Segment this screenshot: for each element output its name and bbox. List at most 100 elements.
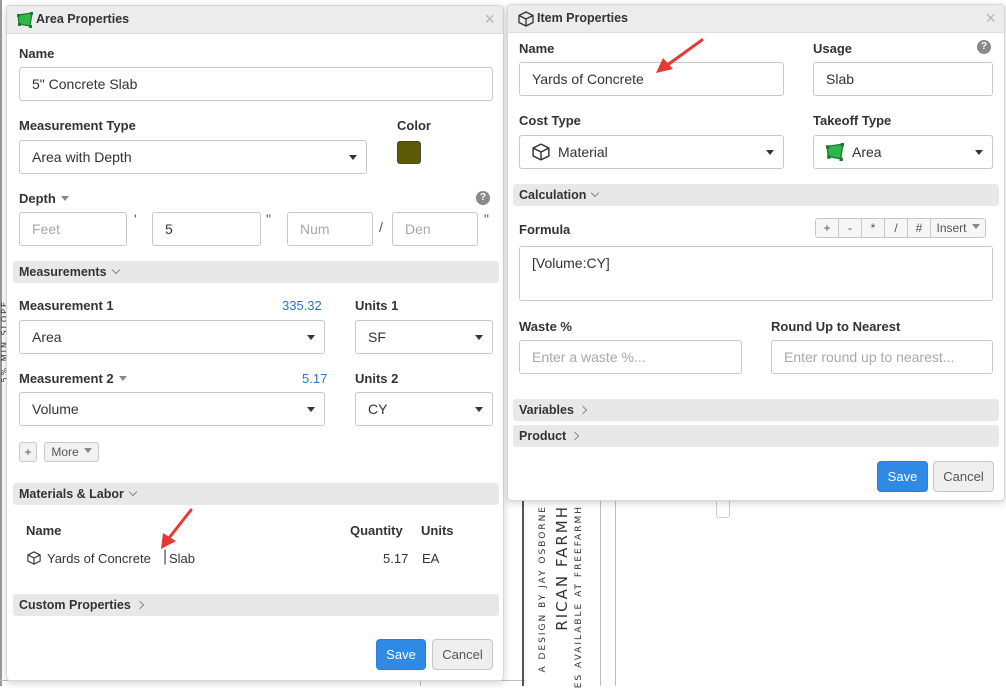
depth-denominator-input[interactable]: Den: [392, 212, 478, 246]
formula-input[interactable]: [Volume:CY]: [519, 246, 993, 301]
area-properties-panel: Area Properties × Name 5" Concrete Slab …: [6, 5, 504, 681]
chevron-right-icon: [135, 600, 145, 610]
table-row[interactable]: Yards of Concrete | Slab 5.17 EA: [26, 546, 486, 570]
plus-operator-button[interactable]: +: [815, 218, 838, 238]
measurement2-select[interactable]: Volume: [19, 392, 325, 426]
caret-down-icon: [83, 447, 92, 453]
materials-section-header[interactable]: Materials & Labor: [13, 483, 499, 505]
usage-label: Usage: [813, 41, 853, 56]
takeoff-type-label: Takeoff Type: [813, 113, 892, 128]
cube-icon: [27, 551, 41, 565]
more-button[interactable]: More: [44, 442, 99, 462]
chevron-right-icon: [578, 405, 588, 415]
units1-select[interactable]: SF: [355, 320, 493, 354]
drawing-line: [615, 500, 616, 686]
material-units: EA: [422, 551, 440, 566]
calculation-section-header[interactable]: Calculation: [513, 184, 999, 206]
cube-icon: [532, 143, 550, 161]
measurement1-quantity[interactable]: 335.32: [282, 298, 322, 313]
measurement2-quantity[interactable]: 5.17: [302, 371, 327, 386]
item-cancel-button[interactable]: Cancel: [933, 461, 994, 492]
measurement-type-value: Area with Depth: [32, 149, 132, 165]
usage-input[interactable]: Slab: [813, 62, 993, 96]
caret-down-icon: [118, 376, 127, 381]
depth-inches-input[interactable]: 5: [152, 212, 261, 246]
cost-type-select[interactable]: Material: [519, 135, 784, 169]
chevron-down-icon: [591, 188, 600, 198]
minus-operator-button[interactable]: -: [838, 218, 861, 238]
color-label: Color: [397, 118, 431, 133]
roundup-label: Round Up to Nearest: [771, 319, 901, 334]
custom-properties-section-header[interactable]: Custom Properties: [13, 594, 499, 616]
drawing-line: [600, 500, 601, 686]
item-properties-panel: Item Properties × Name Yards of Concrete…: [507, 4, 1005, 501]
chevron-down-icon: [475, 335, 483, 340]
depth-feet-input[interactable]: Feet: [19, 212, 127, 246]
close-icon[interactable]: ×: [985, 8, 996, 28]
formula-label: Formula: [519, 222, 571, 237]
drawing-title-text: RICAN FARMH: [553, 505, 571, 631]
area-icon: [826, 143, 844, 161]
area-name-input[interactable]: 5" Concrete Slab: [19, 67, 493, 101]
units2-select[interactable]: CY: [355, 392, 493, 426]
variables-section-header[interactable]: Variables: [513, 399, 999, 421]
measurement1-label: Measurement 1: [19, 298, 114, 313]
fraction-slash: /: [379, 219, 383, 235]
save-button[interactable]: Save: [376, 639, 426, 670]
help-icon[interactable]: ?: [476, 191, 490, 205]
insert-dropdown-button[interactable]: Insert: [930, 218, 986, 238]
material-usage: Slab: [169, 551, 196, 566]
roundup-input[interactable]: Enter round up to nearest...: [771, 340, 993, 374]
chevron-down-icon: [766, 150, 774, 155]
measurement1-select[interactable]: Area: [19, 320, 325, 354]
inches-mark-2: ": [484, 211, 489, 227]
chevron-down-icon: [975, 150, 983, 155]
color-swatch[interactable]: [397, 141, 421, 164]
measurement-type-select[interactable]: Area with Depth: [19, 140, 367, 174]
item-name-label: Name: [519, 41, 555, 56]
measurement2-label[interactable]: Measurement 2: [19, 371, 127, 386]
caret-down-icon: [60, 196, 69, 201]
area-properties-titlebar[interactable]: Area Properties ×: [7, 6, 503, 34]
close-icon[interactable]: ×: [484, 9, 495, 29]
inches-mark: ": [266, 211, 271, 227]
measurement-type-label: Measurement Type: [19, 118, 136, 133]
cancel-button[interactable]: Cancel: [432, 639, 493, 670]
cost-type-label: Cost Type: [519, 113, 581, 128]
add-measurement-button[interactable]: +: [19, 442, 37, 462]
units2-label: Units 2: [355, 371, 399, 386]
chevron-down-icon: [128, 487, 138, 497]
materials-col-units: Units: [421, 523, 454, 538]
waste-input[interactable]: Enter a waste %...: [519, 340, 742, 374]
feet-mark: ': [134, 211, 137, 227]
product-section-header[interactable]: Product: [513, 425, 999, 447]
item-properties-titlebar[interactable]: Item Properties ×: [508, 5, 1004, 33]
materials-col-quantity: Quantity: [350, 523, 403, 538]
depth-label[interactable]: Depth: [19, 191, 69, 206]
number-operator-button[interactable]: #: [907, 218, 930, 238]
formula-toolbar: + - * / # Insert: [815, 218, 986, 238]
name-label: Name: [19, 46, 55, 61]
depth-numerator-input[interactable]: Num: [287, 212, 373, 246]
chevron-down-icon: [307, 407, 315, 412]
chevron-right-icon: [570, 431, 580, 441]
chevron-down-icon: [475, 407, 483, 412]
chevron-down-icon: [349, 155, 357, 160]
cell-divider: |: [163, 548, 168, 565]
item-properties-title: Item Properties: [537, 11, 629, 25]
multiply-operator-button[interactable]: *: [861, 218, 884, 238]
chevron-down-icon: [111, 265, 120, 275]
units1-label: Units 1: [355, 298, 399, 313]
takeoff-type-select[interactable]: Area: [813, 135, 993, 169]
area-properties-title: Area Properties: [36, 12, 130, 26]
drawing-scroll-tab[interactable]: [716, 500, 730, 518]
measurements-section-header[interactable]: Measurements: [13, 261, 499, 283]
item-save-button[interactable]: Save: [877, 461, 928, 492]
chevron-down-icon: [307, 335, 315, 340]
caret-down-icon: [971, 223, 980, 229]
help-icon[interactable]: ?: [977, 40, 991, 54]
item-name-input[interactable]: Yards of Concrete: [519, 62, 784, 96]
drawing-credit-text: A DESIGN BY JAY OSBORNE: [538, 505, 548, 673]
divide-operator-button[interactable]: /: [884, 218, 907, 238]
material-quantity: 5.17: [383, 551, 409, 566]
